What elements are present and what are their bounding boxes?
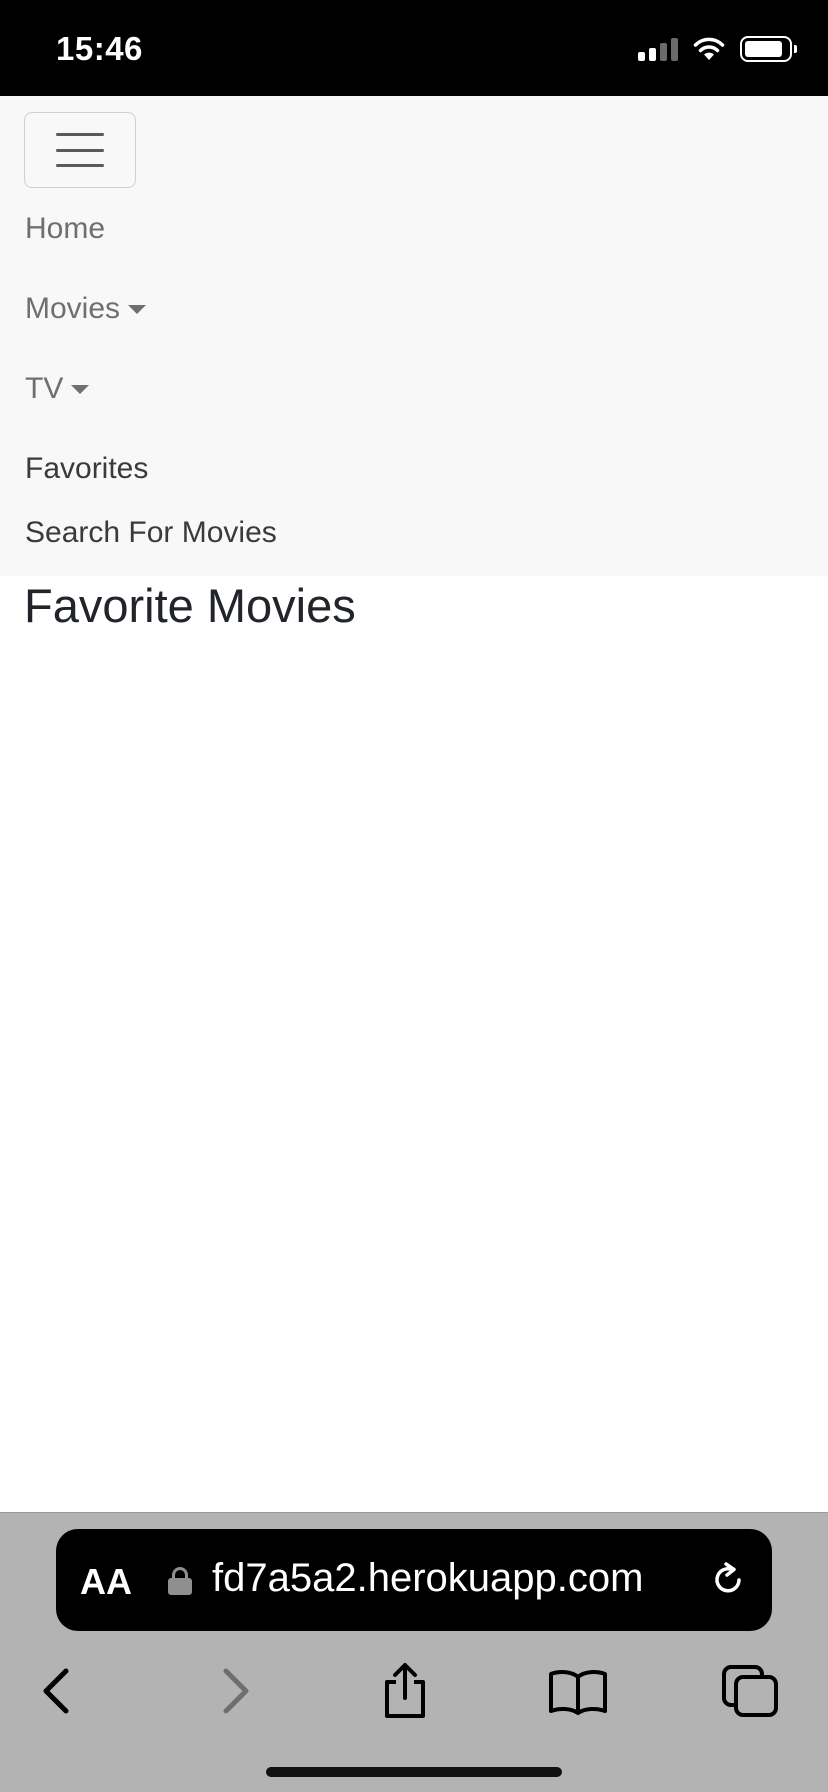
nav-dropdown-movies-label: Movies — [25, 292, 121, 325]
caret-down-icon — [71, 384, 90, 394]
url-text[interactable]: fd7a5a2.herokuapp.com — [212, 1556, 643, 1601]
nav-link-search-label: Search For Movies — [25, 516, 277, 549]
caret-down-icon — [128, 304, 147, 314]
page-title: Favorite Movies — [24, 579, 356, 632]
nav-dropdown-tv-label: TV — [25, 372, 64, 405]
status-icons — [638, 36, 797, 62]
nav-link-home-label: Home — [25, 212, 106, 245]
text-size-button[interactable]: AA — [80, 1561, 132, 1603]
browser-toolbar — [0, 1643, 828, 1733]
navbar: Home Movies TV Favorites Search For Movi… — [0, 96, 828, 576]
battery-icon — [740, 36, 797, 62]
back-icon[interactable] — [24, 1661, 88, 1721]
home-indicator — [266, 1767, 562, 1777]
status-time: 15:46 — [56, 30, 143, 67]
nav-dropdown-movies[interactable]: Movies — [25, 292, 147, 326]
nav-link-favorites[interactable]: Favorites — [25, 452, 148, 486]
reload-icon[interactable] — [708, 1559, 748, 1599]
share-icon[interactable] — [373, 1661, 437, 1721]
address-bar[interactable]: AA fd7a5a2.herokuapp.com — [56, 1529, 772, 1631]
bookmarks-icon[interactable] — [546, 1661, 610, 1721]
hamburger-icon — [56, 133, 104, 167]
nav-link-search-movies[interactable]: Search For Movies — [25, 516, 277, 550]
status-bar: 15:46 — [0, 0, 828, 96]
wifi-icon — [693, 37, 725, 60]
nav-dropdown-tv[interactable]: TV — [25, 372, 90, 406]
text-size-label: AA — [80, 1561, 132, 1602]
lock-icon — [168, 1567, 192, 1595]
tabs-icon[interactable] — [718, 1661, 782, 1721]
browser-chrome: AA fd7a5a2.herokuapp.com — [0, 1512, 828, 1792]
nav-link-favorites-label: Favorites — [25, 452, 149, 485]
nav-link-home[interactable]: Home — [25, 212, 105, 246]
signal-icon — [638, 37, 678, 61]
navbar-toggler-button[interactable] — [24, 112, 136, 188]
forward-icon[interactable] — [204, 1661, 268, 1721]
